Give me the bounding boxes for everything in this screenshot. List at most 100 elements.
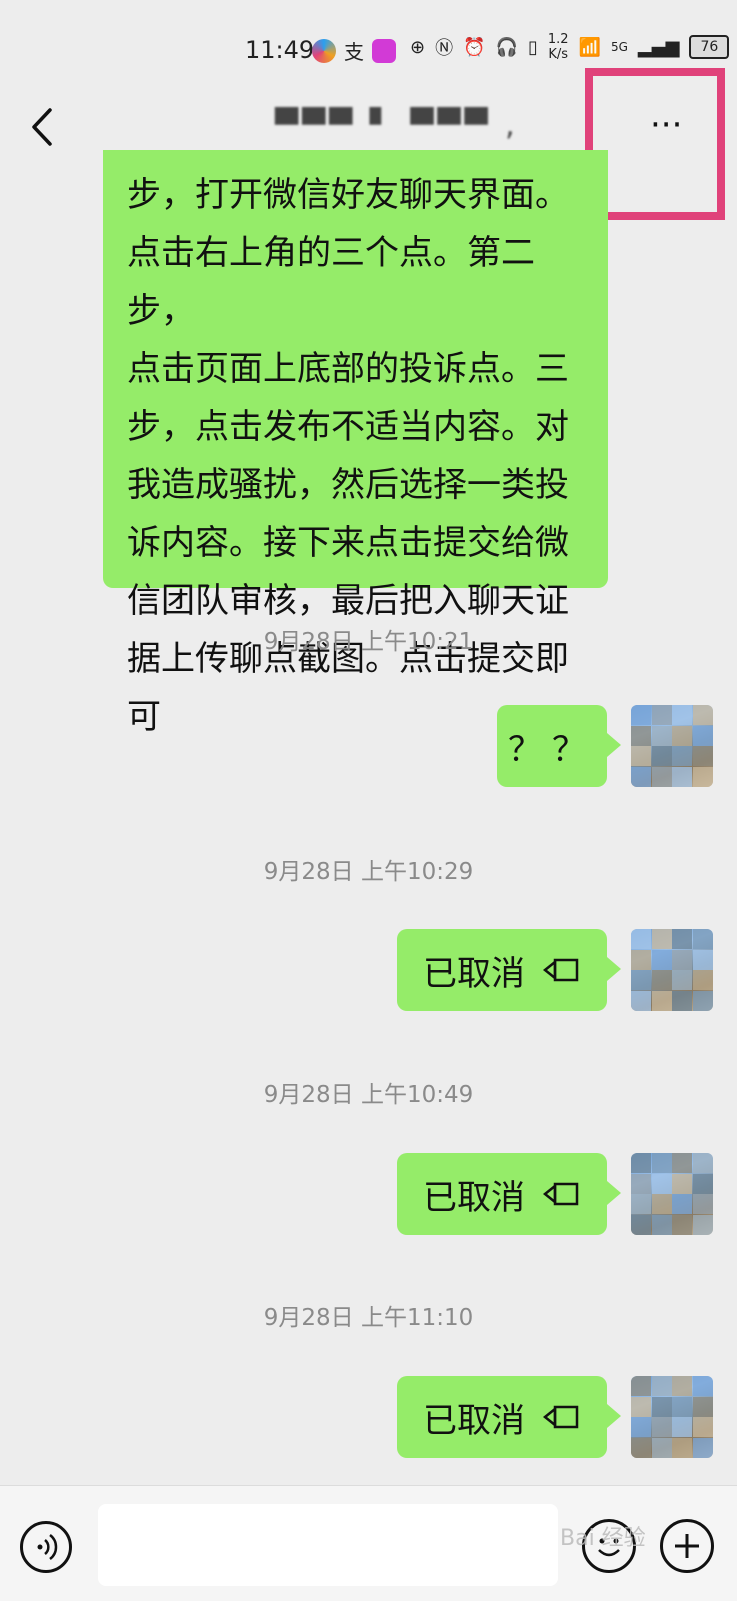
status-time: 11:49 bbox=[245, 36, 315, 64]
notification-icons: 支 bbox=[312, 36, 396, 65]
voice-button[interactable] bbox=[20, 1521, 72, 1573]
network-speed: 1.2 K/s bbox=[548, 32, 569, 62]
message-row: 已取消 bbox=[0, 1376, 737, 1458]
video-call-icon bbox=[543, 1182, 579, 1206]
avatar-pixel bbox=[672, 1376, 692, 1396]
avatar-pixel bbox=[631, 1376, 651, 1396]
avatar-pixel bbox=[631, 746, 651, 766]
avatar-pixel bbox=[631, 766, 651, 787]
avatar-pixel bbox=[631, 1173, 651, 1194]
avatar-pixel bbox=[672, 1417, 692, 1437]
avatar-pixel bbox=[692, 1396, 713, 1417]
cancelled-call-bubble[interactable]: 已取消 bbox=[397, 929, 607, 1011]
avatar-pixel bbox=[631, 990, 651, 1011]
avatar-pixel bbox=[651, 929, 672, 949]
avatar-pixel bbox=[692, 970, 713, 990]
avatar-pixel bbox=[672, 1437, 692, 1458]
avatar-pixel bbox=[672, 929, 692, 949]
avatar-pixel bbox=[631, 1214, 651, 1235]
message-line: 点击页面上底部的投诉点。三 bbox=[127, 349, 569, 389]
avatar-pixel bbox=[651, 766, 672, 787]
avatar-pixel bbox=[631, 725, 651, 746]
message-row: ？？ bbox=[0, 705, 737, 787]
long-message-bubble[interactable]: 步，打开微信好友聊天界面。 点击右上角的三个点。第二步， 点击页面上底部的投诉点… bbox=[103, 150, 608, 737]
avatar-pixel bbox=[692, 1153, 713, 1173]
message-input[interactable] bbox=[98, 1504, 558, 1586]
avatar-pixel bbox=[631, 970, 651, 990]
avatar-pixel bbox=[692, 1376, 713, 1396]
avatar[interactable] bbox=[631, 1153, 713, 1235]
voice-icon bbox=[37, 1534, 58, 1560]
avatar-pixel bbox=[672, 1173, 692, 1194]
avatar[interactable] bbox=[631, 1376, 713, 1458]
avatar-pixel bbox=[692, 929, 713, 949]
message-line: 步，点击发布不适当内容。对 bbox=[127, 407, 569, 447]
message-timestamp: 9月28日 上午11:10 bbox=[263, 1305, 474, 1331]
chat-title[interactable]: ▀▀▀ ▘ ▀▀▀ , bbox=[275, 108, 519, 143]
message-line: 诉内容。接下来点击提交给微 bbox=[127, 523, 569, 563]
avatar-pixel bbox=[692, 1214, 713, 1235]
avatar-pixel bbox=[651, 1376, 672, 1396]
avatar-pixel bbox=[631, 929, 651, 949]
plus-button[interactable] bbox=[660, 1519, 714, 1573]
avatar-pixel bbox=[692, 766, 713, 787]
avatar-pixel bbox=[672, 990, 692, 1011]
avatar-pixel bbox=[692, 1194, 713, 1214]
bubble-tail bbox=[607, 1404, 621, 1428]
message-timestamp: 9月28日 上午10:29 bbox=[263, 859, 474, 885]
signal-icon: ▂▄▆ bbox=[637, 36, 680, 58]
avatar-pixel bbox=[651, 1173, 672, 1194]
video-call-icon bbox=[543, 1405, 579, 1429]
avatar-pixel bbox=[651, 746, 672, 766]
message-row: 已取消 bbox=[0, 929, 737, 1011]
back-button[interactable] bbox=[24, 102, 64, 152]
cancelled-call-bubble[interactable]: 已取消 bbox=[397, 1153, 607, 1235]
avatar-pixel bbox=[631, 949, 651, 970]
avatar-pixel bbox=[672, 1153, 692, 1173]
message-bubble[interactable]: ？？ bbox=[497, 705, 607, 787]
nfc-icon: Ⓝ bbox=[435, 38, 454, 59]
battery-small-icon: ▯ bbox=[527, 36, 538, 58]
message-timestamp: 9月28日 上午10:21 bbox=[263, 629, 474, 655]
message-line: 我造成骚扰，然后选择一类投 bbox=[127, 465, 569, 505]
battery-indicator: 76 bbox=[689, 35, 730, 59]
avatar-pixel bbox=[631, 1153, 651, 1173]
avatar-pixel bbox=[672, 766, 692, 787]
avatar-pixel bbox=[672, 705, 692, 725]
avatar-pixel bbox=[631, 1437, 651, 1458]
bubble-tail bbox=[607, 733, 621, 757]
avatar[interactable] bbox=[631, 929, 713, 1011]
avatar-pixel bbox=[631, 1417, 651, 1437]
network-speed-value: 1.2 bbox=[547, 32, 569, 47]
avatar-pixel bbox=[692, 949, 713, 970]
bubble-tail bbox=[607, 957, 621, 981]
avatar-pixel bbox=[672, 746, 692, 766]
avatar-pixel bbox=[631, 705, 651, 725]
app-badge-icon bbox=[372, 38, 396, 63]
avatar-pixel bbox=[692, 725, 713, 746]
watermark: Bai 经验 bbox=[560, 1526, 646, 1551]
cancelled-call-bubble[interactable]: 已取消 bbox=[397, 1376, 607, 1458]
message-row: 已取消 bbox=[0, 1153, 737, 1235]
plus-icon bbox=[675, 1534, 699, 1558]
app-notification-icon bbox=[312, 38, 336, 63]
avatar-pixel bbox=[672, 1214, 692, 1235]
hd-icon: ⊕ bbox=[410, 36, 426, 58]
message-timestamp: 9月28日 上午10:49 bbox=[263, 1082, 474, 1108]
avatar-pixel bbox=[651, 1396, 672, 1417]
avatar-pixel bbox=[651, 1194, 672, 1214]
network-type: 5G bbox=[610, 40, 628, 54]
avatar-pixel bbox=[651, 1214, 672, 1235]
avatar-pixel bbox=[651, 1437, 672, 1458]
cancelled-call-label: 已取消 bbox=[423, 953, 525, 994]
video-call-icon bbox=[543, 958, 579, 982]
avatar-pixel bbox=[692, 990, 713, 1011]
avatar-pixel bbox=[651, 970, 672, 990]
avatar[interactable] bbox=[631, 705, 713, 787]
avatar-pixel bbox=[651, 1417, 672, 1437]
alipay-icon: 支 bbox=[344, 40, 364, 64]
cancelled-call-label: 已取消 bbox=[423, 1400, 525, 1441]
avatar-pixel bbox=[692, 705, 713, 725]
avatar-pixel bbox=[651, 949, 672, 970]
avatar-pixel bbox=[692, 746, 713, 766]
